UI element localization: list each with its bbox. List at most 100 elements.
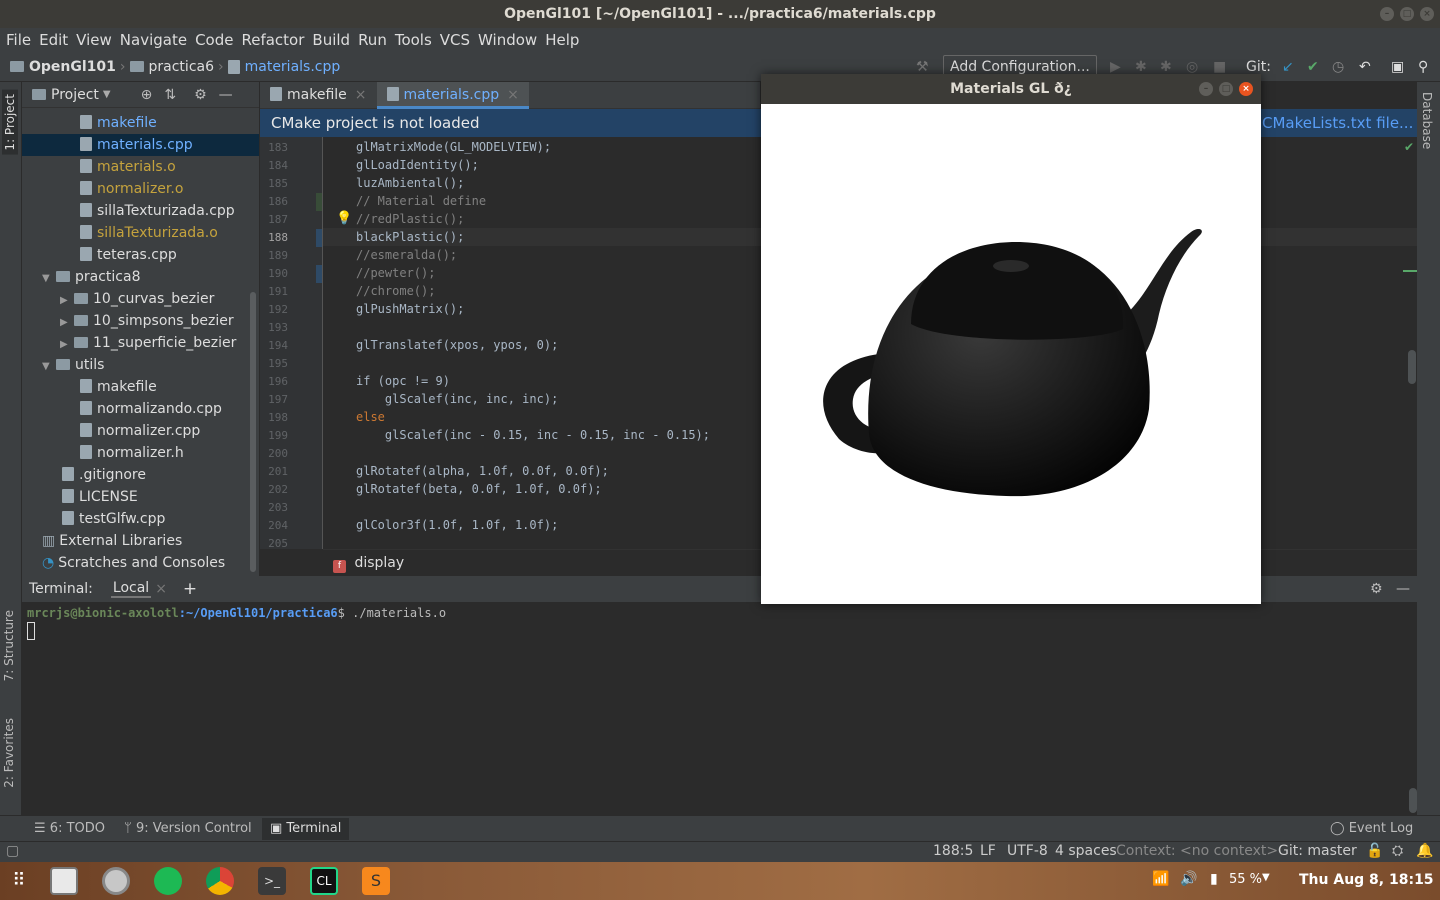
- tree-item[interactable]: materials.o: [80, 156, 176, 178]
- project-structure-icon[interactable]: ▣: [1391, 59, 1404, 75]
- menu-navigate[interactable]: Navigate: [120, 31, 187, 49]
- structure-tool-tab[interactable]: 7: Structure: [2, 610, 16, 681]
- run-icon[interactable]: ▶: [1110, 59, 1121, 75]
- code-breadcrumb-function[interactable]: display: [354, 555, 404, 571]
- lock-icon[interactable]: 🔓: [1366, 843, 1383, 859]
- code-line[interactable]: else: [356, 410, 385, 424]
- lightbulb-icon[interactable]: 💡: [336, 211, 352, 226]
- git-history-icon[interactable]: ◷: [1332, 59, 1344, 75]
- tree-item[interactable]: ▥ External Libraries: [42, 530, 182, 552]
- menu-refactor[interactable]: Refactor: [241, 31, 304, 49]
- file-encoding[interactable]: UTF-8: [1007, 843, 1048, 859]
- toggle-panels-icon[interactable]: ▢: [6, 843, 19, 859]
- todo-tool-button[interactable]: ☰ 6: TODO: [34, 821, 105, 836]
- code-line[interactable]: glMatrixMode(GL_MODELVIEW);: [356, 140, 551, 154]
- maximize-button[interactable]: □: [1400, 7, 1414, 21]
- chevron-right-icon[interactable]: ▶: [60, 334, 74, 356]
- code-line[interactable]: //chrome();: [356, 284, 435, 298]
- chevron-right-icon[interactable]: ▶: [60, 312, 74, 334]
- code-line[interactable]: //esmeralda();: [356, 248, 457, 262]
- terminal-scrollbar[interactable]: [1409, 788, 1417, 813]
- tree-folder[interactable]: ▼ utils: [42, 354, 104, 376]
- git-update-icon[interactable]: ↙: [1282, 59, 1294, 75]
- app-grid-icon[interactable]: ⠿: [5, 867, 33, 895]
- breadcrumb-folder[interactable]: practica6: [149, 59, 214, 75]
- menu-file[interactable]: File: [6, 31, 31, 49]
- menu-build[interactable]: Build: [312, 31, 350, 49]
- menu-help[interactable]: Help: [545, 31, 579, 49]
- clock[interactable]: Thu Aug 8, 18:15: [1299, 872, 1434, 888]
- notifications-icon[interactable]: 🔔: [1416, 843, 1433, 859]
- hide-icon[interactable]: —: [1396, 581, 1410, 597]
- locate-icon[interactable]: ⊕: [141, 87, 153, 103]
- editor-scrollbar[interactable]: [1408, 350, 1416, 384]
- chevron-right-icon[interactable]: ▶: [60, 290, 74, 312]
- new-terminal-button[interactable]: +: [183, 579, 197, 599]
- close-icon[interactable]: ×: [507, 87, 519, 103]
- tree-item[interactable]: normalizando.cpp: [80, 398, 222, 420]
- tree-item[interactable]: normalizer.o: [80, 178, 183, 200]
- tree-folder[interactable]: ▼ practica8: [42, 266, 140, 288]
- collapse-icon[interactable]: ⇅: [164, 87, 176, 103]
- menu-code[interactable]: Code: [195, 31, 233, 49]
- opengl-window[interactable]: Materials GL ð¿ – □ ×: [761, 74, 1261, 604]
- hide-icon[interactable]: —: [219, 87, 233, 103]
- code-line[interactable]: // Material define: [356, 194, 486, 208]
- git-commit-icon[interactable]: ✔: [1307, 59, 1319, 75]
- git-rollback-icon[interactable]: ↶: [1359, 59, 1371, 75]
- version-control-tool-button[interactable]: ᛘ 9: Version Control: [124, 821, 252, 836]
- tree-folder[interactable]: ▶ 10_simpsons_bezier: [60, 310, 234, 332]
- tree-item[interactable]: sillaTexturizada.o: [80, 222, 218, 244]
- spotify-icon[interactable]: [154, 867, 182, 895]
- menu-window[interactable]: Window: [478, 31, 537, 49]
- tree-item[interactable]: makefile: [80, 112, 157, 134]
- tree-item[interactable]: normalizer.cpp: [80, 420, 200, 442]
- stop-icon[interactable]: ■: [1213, 59, 1226, 75]
- volume-icon[interactable]: 🔊: [1180, 871, 1197, 887]
- chrome-icon[interactable]: [206, 867, 234, 895]
- indent-setting[interactable]: 4 spaces: [1055, 843, 1117, 859]
- code-line[interactable]: glColor3f(1.0f, 1.0f, 1.0f);: [356, 518, 558, 532]
- project-tool-tab[interactable]: 1: Project: [2, 90, 18, 155]
- code-line[interactable]: if (opc != 9): [356, 374, 450, 388]
- banner-link[interactable]: CMakeLists.txt file...: [1262, 109, 1413, 137]
- project-scrollbar[interactable]: [250, 292, 256, 572]
- sublime-icon[interactable]: S: [362, 867, 390, 895]
- close-icon[interactable]: ×: [155, 581, 167, 597]
- tree-item[interactable]: sillaTexturizada.cpp: [80, 200, 235, 222]
- tree-item[interactable]: ◔ Scratches and Consoles: [42, 552, 225, 574]
- code-line[interactable]: glTranslatef(xpos, ypos, 0);: [356, 338, 558, 352]
- tab-materials-cpp[interactable]: materials.cpp ×: [376, 81, 529, 109]
- code-line[interactable]: glLoadIdentity();: [356, 158, 479, 172]
- terminal-tab-local[interactable]: Local: [110, 580, 152, 598]
- terminal-body[interactable]: mrcrjs@bionic-axolotl:~/OpenGl101/practi…: [22, 602, 1417, 815]
- close-button[interactable]: ×: [1239, 82, 1253, 96]
- files-icon[interactable]: [50, 867, 78, 895]
- tree-item[interactable]: LICENSE: [62, 486, 138, 508]
- terminal-tool-button[interactable]: ▣ Terminal: [262, 818, 350, 840]
- code-line[interactable]: glPushMatrix();: [356, 302, 464, 316]
- terminal-app-icon[interactable]: >_: [258, 867, 286, 895]
- caret-position[interactable]: 188:5: [933, 843, 973, 859]
- menu-run[interactable]: Run: [358, 31, 387, 49]
- favorites-tool-tab[interactable]: 2: Favorites: [2, 718, 16, 788]
- tree-item-selected[interactable]: materials.cpp: [22, 134, 259, 156]
- wifi-icon[interactable]: 📶: [1152, 871, 1169, 887]
- close-button[interactable]: ×: [1420, 7, 1434, 21]
- line-separator[interactable]: LF: [980, 843, 996, 859]
- maximize-button[interactable]: □: [1219, 82, 1233, 96]
- code-line[interactable]: glScalef(inc, inc, inc);: [356, 392, 558, 406]
- close-icon[interactable]: ×: [355, 87, 367, 103]
- menu-view[interactable]: View: [76, 31, 112, 49]
- tree-item[interactable]: testGlfw.cpp: [62, 508, 165, 530]
- build-hammer-icon[interactable]: ⚒: [916, 59, 929, 75]
- code-line[interactable]: glScalef(inc - 0.15, inc - 0.15, inc - 0…: [356, 428, 710, 442]
- code-line[interactable]: glRotatef(beta, 0.0f, 1.0f, 0.0f);: [356, 482, 602, 496]
- menu-tools[interactable]: Tools: [395, 31, 432, 49]
- gear-icon[interactable]: ⚙: [194, 87, 207, 103]
- tree-item[interactable]: normalizer.h: [80, 442, 184, 464]
- code-line[interactable]: //pewter();: [356, 266, 435, 280]
- code-line[interactable]: luzAmbiental();: [356, 176, 464, 190]
- clion-icon[interactable]: CL: [310, 867, 338, 895]
- battery-icon[interactable]: ▮: [1210, 871, 1218, 887]
